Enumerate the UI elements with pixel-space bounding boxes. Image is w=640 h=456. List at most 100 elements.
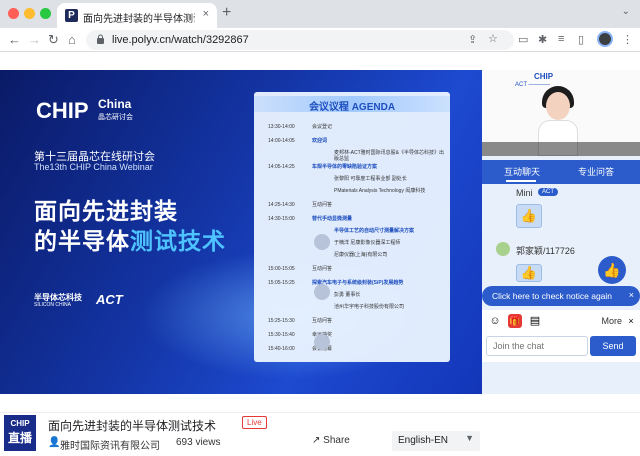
agenda-item: 互动问答: [312, 318, 333, 324]
chip-logo-cn: 晶芯研讨会: [98, 114, 133, 121]
tab-search-icon[interactable]: ⌄: [622, 6, 630, 17]
agenda-item: 会议登记: [312, 124, 333, 130]
cast-icon[interactable]: ▭: [518, 33, 528, 46]
thumbs-up-sticker-icon: 👍: [516, 204, 542, 228]
reload-icon[interactable]: ↻: [48, 32, 59, 48]
chat-input-row: Send: [482, 332, 640, 362]
close-icon[interactable]: ×: [624, 314, 638, 328]
tab-strip: P 面向先进封装的半导体测试技 × + ⌄: [0, 0, 640, 28]
active-tab-indicator: [506, 180, 536, 182]
window-minimize-button[interactable]: [24, 8, 35, 19]
reading-list-icon[interactable]: ≡: [558, 33, 564, 45]
agenda-time: 14:30-15:00: [268, 216, 295, 222]
lock-icon: [96, 34, 105, 47]
agenda-item: 互动问答: [312, 266, 333, 272]
language-value: English-EN: [398, 435, 449, 446]
window-close-button[interactable]: [8, 8, 19, 19]
bookmark-star-icon[interactable]: ☆: [488, 32, 498, 45]
agenda-time: 13:30-14:00: [268, 124, 295, 130]
author-badge: ACT: [538, 188, 558, 196]
browser-tab[interactable]: P 面向先进封装的半导体测试技 ×: [57, 3, 217, 28]
video-player[interactable]: CHIP China 晶芯研讨会 第十三届晶芯在线研讨会 The13th CHI…: [0, 70, 482, 394]
agenda-item: 欢迎词: [312, 138, 328, 144]
agenda-item: 于楠洋 尼康影像仪器深工程师: [334, 240, 401, 246]
kebab-menu-icon[interactable]: ⋮: [622, 33, 633, 46]
thumbs-up-sticker-icon: 👍: [516, 264, 542, 282]
agenda-item: 麦邦林-ACT雅时国际讯息股&《半导体芯科技》出版总监: [334, 150, 445, 162]
presenter-camera[interactable]: CHIP ACT ─────: [482, 70, 640, 156]
chat-tabs: 互动聊天 专业问答: [482, 160, 640, 184]
emoji-icon[interactable]: ☺: [488, 314, 502, 328]
slide-headline-1: 面向先进封装: [34, 198, 178, 224]
gift-icon[interactable]: 🎁: [508, 314, 522, 328]
tab-interactive-chat[interactable]: 互动聊天: [504, 165, 540, 178]
page-content: CHIP China 晶芯研讨会 第十三届晶芯在线研讨会 The13th CHI…: [0, 52, 640, 456]
notice-banner[interactable]: Click here to check notice again ×: [482, 286, 640, 306]
extensions-icon[interactable]: ✱: [538, 33, 547, 46]
cam-chip-logo: CHIP: [534, 72, 554, 81]
video-info-bar: CHIP 直播 面向先进封装的半导体测试技术 Live 👤 雅时国际资讯有限公司…: [0, 412, 640, 456]
channel-name[interactable]: 雅时国际资讯有限公司: [60, 437, 160, 452]
agenda-time: 14:05-14:25: [268, 164, 295, 170]
agenda-item: 车规半导体的零缺陷验证方案: [312, 164, 378, 170]
chat-author: Mini: [516, 188, 533, 198]
browser-toolbar: ← → ↻ ⌂ live.polyv.cn/watch/3292867 ⇪ ☆ …: [0, 28, 640, 52]
home-icon[interactable]: ⌂: [68, 32, 76, 47]
chip-live-logo: CHIP 直播: [4, 415, 36, 451]
agenda-item: 张黎阳 可靠度工程事业部 副处长: [334, 176, 407, 182]
user-avatar: [496, 242, 510, 256]
url-text: live.polyv.cn/watch/3292867: [112, 34, 249, 46]
chip-live-logo-top: CHIP: [10, 419, 30, 428]
agenda-item: PMaterials Analysis Technology 闳康科技: [334, 188, 426, 194]
speaker-photo: [314, 284, 330, 300]
language-select[interactable]: English-EN ▼: [392, 431, 480, 451]
org-logo-en: SILICON CHINA: [34, 302, 71, 308]
agenda-title: 会议议程 AGENDA: [308, 102, 396, 113]
side-panel-icon[interactable]: ▯: [578, 33, 584, 46]
window-maximize-button[interactable]: [40, 8, 51, 19]
agenda-item: 尼康仪器(上海)有限公司: [334, 252, 388, 258]
agenda-item: 探索汽车电子与系统级封装(SiP)发展趋势: [312, 280, 404, 286]
agenda-time: 15:40-16:00: [268, 346, 295, 352]
share-label: Share: [323, 435, 350, 446]
tab-professional-qa[interactable]: 专业问答: [578, 165, 614, 178]
slide-headline-2b: 测试技术: [130, 228, 226, 254]
chat-input[interactable]: [486, 336, 588, 356]
agenda-item: 幸运抽奖: [312, 332, 446, 338]
back-icon[interactable]: ←: [8, 32, 21, 47]
agenda-time: 15:05-15:25: [268, 280, 295, 286]
share-page-icon[interactable]: ⇪: [468, 33, 477, 46]
send-button[interactable]: Send: [590, 336, 636, 356]
chevron-down-icon: ▼: [465, 433, 474, 443]
agenda-panel: 会议议程 AGENDA 13:30-14:00 会议登记 14:00-14:05 欢迎…: [254, 92, 450, 362]
notice-close-icon[interactable]: ×: [629, 290, 634, 300]
slide-headline-2: 的半导体测试技术: [34, 222, 226, 256]
share-icon: ↗: [312, 435, 321, 446]
agenda-item: 会议落幕: [312, 346, 446, 352]
chat-author: 郭家颖/117726: [516, 246, 575, 256]
notice-doc-icon[interactable]: ▤: [528, 314, 542, 328]
agenda-time: 14:00-14:05: [268, 138, 295, 144]
tab-close-icon[interactable]: ×: [203, 8, 209, 20]
new-tab-button[interactable]: +: [222, 4, 231, 22]
profile-avatar[interactable]: [597, 31, 613, 47]
speaker-photo: [314, 334, 330, 350]
share-button[interactable]: ↗ Share: [312, 435, 350, 446]
address-bar[interactable]: live.polyv.cn/watch/3292867 ⇪ ☆: [86, 30, 514, 50]
agenda-item: 替代手动显微测量: [312, 216, 353, 222]
more-button[interactable]: More: [601, 316, 622, 326]
tab-title: 面向先进封装的半导体测试技: [83, 14, 195, 25]
like-button[interactable]: 👍: [598, 256, 626, 284]
agenda-time: 15:30-15:40: [268, 332, 295, 338]
act-logo: ACT: [96, 292, 123, 307]
agenda-item: 半导体工艺的自动尺寸测量解决方案: [334, 228, 415, 234]
agenda-time: 15:25-15:30: [268, 318, 295, 324]
forward-icon[interactable]: →: [28, 32, 41, 47]
camera-controls[interactable]: [482, 142, 640, 156]
event-title-en: The13th CHIP China Webinar: [34, 162, 153, 172]
agenda-time: 15:00-15:05: [268, 266, 295, 272]
notice-text: Click here to check notice again: [492, 291, 613, 301]
user-icon: 👤: [48, 437, 61, 448]
speaker-photo: [314, 234, 330, 250]
chat-controls: ☺ 🎁 ▤ More ×: [482, 310, 640, 332]
